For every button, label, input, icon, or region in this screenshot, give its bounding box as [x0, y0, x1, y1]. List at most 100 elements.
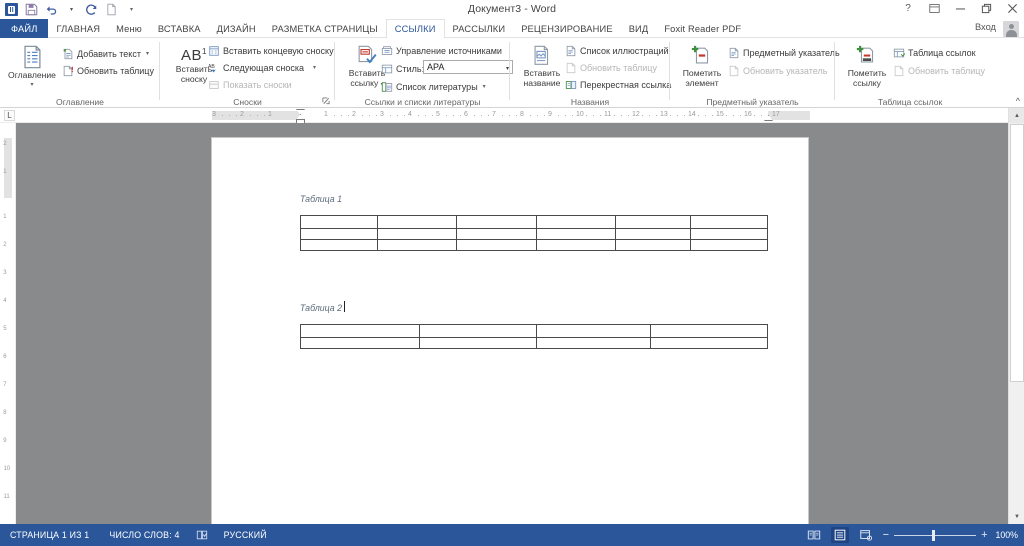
collapse-ribbon-button[interactable]: ^	[1016, 96, 1020, 106]
caption-table-1[interactable]: Таблица 1	[300, 194, 342, 204]
zoom-track[interactable]	[894, 529, 977, 541]
word-count[interactable]: ЧИСЛО СЛОВ: 4	[99, 530, 189, 540]
help-button[interactable]: ?	[901, 1, 915, 15]
bibliography-caret-icon[interactable]: ▾	[483, 83, 486, 90]
table-cell[interactable]	[689, 239, 769, 251]
table-cell[interactable]	[650, 337, 768, 349]
table-cell[interactable]	[535, 215, 617, 229]
table-cell[interactable]	[456, 215, 537, 229]
cross-reference-item[interactable]: Перекрестная ссылка	[565, 77, 671, 92]
vertical-ruler[interactable]: 2 1 1 2 3 4 5 6 7 8 9 10 11	[0, 123, 16, 538]
table-row[interactable]	[299, 337, 768, 349]
page-indicator[interactable]: СТРАНИЦА 1 ИЗ 1	[0, 530, 99, 540]
table-cell[interactable]	[615, 228, 691, 240]
table-row[interactable]	[299, 324, 768, 338]
table-row[interactable]	[299, 228, 769, 240]
table-cell[interactable]	[615, 215, 691, 229]
insert-index-item[interactable]: Предметный указатель	[728, 45, 840, 60]
mark-entry-button[interactable]: Пометить элемент	[675, 44, 729, 88]
table-cell[interactable]	[689, 215, 769, 229]
document-page-1[interactable]: Таблица 1 Таблица 2	[212, 138, 808, 524]
sign-in-link[interactable]: Вход	[975, 22, 996, 32]
zoom-slider[interactable]: − +	[883, 529, 988, 541]
insert-table-of-authorities-item[interactable]: Таблица ссылок	[893, 45, 976, 60]
tab-foxit-reader-pdf[interactable]: Foxit Reader PDF	[656, 19, 749, 38]
citation-style-select[interactable]: APA ▾	[423, 60, 513, 74]
table-cell[interactable]	[299, 337, 421, 349]
manage-sources-item[interactable]: Управление источниками	[381, 43, 502, 58]
tab-view[interactable]: ВИД	[621, 19, 657, 38]
footnotes-dialog-launcher-icon[interactable]	[322, 97, 331, 106]
add-text-item[interactable]: Добавить текст ▾	[62, 46, 149, 61]
toc-button[interactable]: Оглавление ▾	[5, 44, 59, 90]
minimize-button[interactable]	[953, 1, 967, 15]
caption-table-2[interactable]: Таблица 2	[300, 303, 342, 313]
insert-endnote-item[interactable]: Вставить концевую сноску	[208, 43, 334, 58]
next-footnote-item[interactable]: AB Следующая сноска ▾	[208, 60, 316, 75]
ruler-minor-tick	[334, 115, 335, 116]
close-button[interactable]	[1005, 1, 1019, 15]
table-cell[interactable]	[419, 337, 537, 349]
user-avatar[interactable]	[1003, 21, 1019, 37]
table-cell[interactable]	[377, 215, 458, 229]
scroll-up-arrow[interactable]: ▲	[1009, 108, 1024, 123]
language-indicator[interactable]: РУССКИЙ	[214, 530, 277, 540]
tab-insert[interactable]: ВСТАВКА	[150, 19, 209, 38]
table-cell[interactable]	[615, 239, 691, 251]
horizontal-ruler[interactable]: L 3 2 1 1 2 3 4 5 6 7 8 9 10 11 12 13 14 15 16 17	[0, 108, 1008, 546]
read-mode-button[interactable]	[805, 527, 823, 543]
table-cell[interactable]	[377, 239, 458, 251]
tab-stop-selector[interactable]: L	[4, 110, 15, 121]
tab-menu[interactable]: Меню	[108, 19, 150, 38]
document-table-1[interactable]	[299, 215, 769, 251]
table-row[interactable]	[299, 239, 769, 251]
table-of-figures-item[interactable]: Список иллюстраций	[565, 43, 669, 58]
tab-references[interactable]: ССЫЛКИ	[385, 19, 445, 39]
ruler-left-margin	[212, 111, 300, 120]
scrollbar-thumb[interactable]	[1010, 124, 1024, 382]
tab-review[interactable]: РЕЦЕНЗИРОВАНИЕ	[513, 19, 621, 38]
document-table-2[interactable]	[299, 324, 768, 349]
zoom-in-button[interactable]: +	[981, 529, 987, 541]
ribbon-display-options-button[interactable]	[927, 1, 941, 15]
print-layout-button[interactable]	[830, 527, 849, 543]
tab-mailings[interactable]: РАССЫЛКИ	[445, 19, 514, 38]
table-cell[interactable]	[650, 324, 768, 338]
document-canvas[interactable]: Таблица 1 Таблица 2	[16, 123, 1008, 524]
table-cell[interactable]	[535, 324, 652, 338]
table-cell[interactable]	[456, 228, 537, 240]
table-cell[interactable]	[535, 239, 617, 251]
tab-page-layout[interactable]: РАЗМЕТКА СТРАНИЦЫ	[264, 19, 386, 38]
proofing-errors-icon[interactable]	[190, 529, 214, 541]
table-cell[interactable]	[535, 337, 652, 349]
table-cell[interactable]	[299, 228, 379, 240]
table-cell[interactable]	[689, 228, 769, 240]
table-cell[interactable]	[299, 239, 379, 251]
table-cell[interactable]	[456, 239, 537, 251]
zoom-level[interactable]: 100%	[996, 530, 1019, 540]
mark-citation-button[interactable]: Пометить ссылку	[840, 44, 894, 88]
table-cell[interactable]	[419, 324, 537, 338]
zoom-out-button[interactable]: −	[883, 529, 889, 541]
scroll-down-arrow[interactable]: ▼	[1009, 509, 1024, 524]
insert-caption-button[interactable]: Вставить название	[515, 44, 569, 88]
restore-button[interactable]	[979, 1, 993, 15]
table-cell[interactable]	[377, 228, 458, 240]
tab-file[interactable]: ФАЙЛ	[0, 19, 49, 38]
zoom-handle[interactable]	[932, 529, 936, 541]
ruler-tick-7-9: 7	[492, 111, 496, 118]
vertical-scrollbar[interactable]: ▲ ▼	[1008, 108, 1024, 524]
table-cell[interactable]	[299, 215, 379, 229]
update-toc-table-item[interactable]: Обновить таблицу	[62, 63, 154, 78]
tab-home[interactable]: ГЛАВНАЯ	[48, 19, 108, 38]
text-cursor	[344, 301, 345, 312]
web-layout-button[interactable]	[857, 527, 875, 543]
toc-button-caret[interactable]: ▾	[30, 80, 33, 90]
next-footnote-caret-icon[interactable]: ▾	[313, 64, 316, 71]
bibliography-item[interactable]: Список литературы ▾	[381, 79, 486, 94]
tab-design[interactable]: ДИЗАЙН	[209, 19, 264, 38]
table-cell[interactable]	[299, 324, 421, 338]
add-text-caret-icon[interactable]: ▾	[146, 50, 149, 57]
table-row[interactable]	[299, 215, 769, 229]
table-cell[interactable]	[535, 228, 617, 240]
